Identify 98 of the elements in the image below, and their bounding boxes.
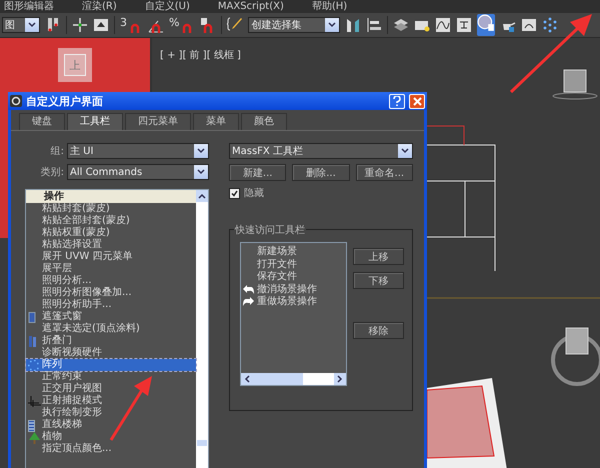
- menu-item[interactable]: 渲染(R): [82, 0, 117, 12]
- toolbar-action-button[interactable]: 新建...: [229, 164, 286, 181]
- axis-icon: [28, 396, 41, 407]
- action-item[interactable]: 照明分析助手...: [26, 299, 196, 311]
- door-icon: [28, 336, 38, 347]
- chevron-up-icon: [198, 193, 206, 199]
- schematic-icon[interactable]: [456, 17, 472, 33]
- action-item[interactable]: 展开 UVW 四元菜单: [26, 251, 196, 263]
- quick-access-item[interactable]: 打开文件: [241, 258, 346, 271]
- quick-access-item[interactable]: 保存文件: [241, 271, 346, 284]
- action-item[interactable]: 阵列: [26, 359, 196, 371]
- render-frame-icon[interactable]: [521, 17, 538, 33]
- quick-access-item[interactable]: 重做场景操作: [241, 296, 346, 308]
- action-item[interactable]: 诊断视频硬件: [26, 347, 196, 359]
- tab[interactable]: 四元菜单: [125, 113, 191, 130]
- app-icon: [10, 95, 22, 107]
- edit-selection-icon[interactable]: [227, 17, 244, 33]
- chevron-right-icon: [336, 375, 343, 383]
- action-item[interactable]: 粘贴选择设置: [26, 239, 196, 251]
- action-item[interactable]: 粘贴全部封套(蒙皮): [26, 215, 196, 227]
- action-item[interactable]: 遮罩未选定(顶点涂料): [26, 323, 196, 335]
- action-item[interactable]: 正交用户视图: [26, 383, 196, 395]
- action-item[interactable]: 植物: [26, 431, 196, 443]
- action-item[interactable]: 粘贴封套(蒙皮): [26, 203, 196, 215]
- selection-set-dropdown[interactable]: 创建选择集: [248, 17, 340, 33]
- tab[interactable]: 颜色: [241, 113, 287, 130]
- close-button[interactable]: [409, 94, 425, 108]
- action-item[interactable]: 照明分析图像叠加...: [26, 287, 196, 299]
- quick-access-item[interactable]: 撤消场景操作: [241, 284, 346, 296]
- tree-icon: [28, 432, 41, 444]
- group-title: 快速访问工具栏: [234, 223, 306, 237]
- chevron-down-icon: [328, 22, 336, 28]
- scrollbar-thumb[interactable]: [197, 440, 207, 446]
- dots-icon: [28, 360, 39, 371]
- action-item[interactable]: 照明分析...: [26, 275, 196, 287]
- annotation-arrow: [110, 376, 152, 441]
- chevron-down-icon: [401, 148, 409, 154]
- viewport-label[interactable]: [ + ][ 前 ][ 线框 ]: [160, 50, 241, 61]
- tab[interactable]: 工具栏: [67, 113, 123, 130]
- move-button[interactable]: 下移: [352, 272, 404, 289]
- action-item[interactable]: 遮篷式窗: [26, 311, 196, 323]
- group-dropdown[interactable]: 主 UI: [67, 143, 209, 159]
- tab[interactable]: 菜单: [193, 113, 239, 130]
- menu-item[interactable]: MAXScript(X): [218, 0, 284, 12]
- curve-editor-icon[interactable]: [435, 17, 452, 33]
- hide-checkbox[interactable]: [229, 188, 240, 198]
- dialog-title: 自定义用户界面: [26, 94, 103, 108]
- toolbar-dropdown[interactable]: MassFX 工具栏: [229, 143, 413, 159]
- view-cube[interactable]: [552, 70, 598, 100]
- chevron-down-icon: [28, 22, 36, 28]
- chevron-down-icon: [197, 148, 205, 154]
- category-dropdown[interactable]: All Commands: [67, 164, 209, 180]
- move-icon[interactable]: [72, 17, 88, 33]
- check-icon: [231, 190, 238, 196]
- layers-icon[interactable]: [393, 17, 410, 33]
- redo-arrow-icon: [243, 297, 254, 306]
- layout-dropdown[interactable]: 图: [2, 17, 40, 33]
- snap-label: 3: [120, 17, 127, 28]
- horizontal-scrollbar[interactable]: [241, 373, 346, 385]
- material-editor-icon[interactable]: [477, 14, 496, 32]
- view-cube[interactable]: [551, 328, 600, 386]
- undo-arrow-icon: [243, 284, 254, 294]
- scrollbar[interactable]: [196, 190, 208, 468]
- action-item[interactable]: 直线楼梯: [26, 419, 196, 431]
- action-item[interactable]: 展平层: [26, 263, 196, 275]
- remove-button[interactable]: 移除: [352, 322, 404, 339]
- help-button[interactable]: [389, 94, 405, 108]
- hide-label: 隐藏: [244, 186, 264, 200]
- close-icon: [412, 96, 422, 106]
- snap-label: %: [169, 17, 180, 28]
- menu-item[interactable]: 图形编辑器: [4, 0, 54, 12]
- column-header[interactable]: 操作: [26, 190, 196, 203]
- action-item[interactable]: 正常约束: [26, 371, 196, 383]
- stairs-icon: [28, 420, 35, 432]
- toolbar-action-button[interactable]: 重命名...: [356, 164, 413, 181]
- selection-region-icon[interactable]: [45, 17, 61, 33]
- tab[interactable]: 键盘: [19, 113, 65, 130]
- action-item[interactable]: 正射捕捉模式: [26, 395, 196, 407]
- mirror-icon[interactable]: [345, 17, 362, 33]
- menu-item[interactable]: 自定义(U): [144, 0, 190, 12]
- quick-access-item[interactable]: 新建场景: [241, 246, 346, 258]
- help-icon: [393, 96, 401, 106]
- array-dots-icon[interactable]: [542, 17, 558, 33]
- action-item[interactable]: 折叠门: [26, 335, 196, 347]
- action-item[interactable]: 指定顶点颜色...: [26, 443, 196, 455]
- category-label: 类别:: [40, 166, 64, 179]
- action-item[interactable]: 执行绘制变形: [26, 407, 196, 419]
- action-item[interactable]: 粘贴权重(蒙皮): [26, 227, 196, 239]
- menu-item[interactable]: 帮助(H): [312, 0, 348, 12]
- group-label: 组:: [50, 145, 64, 158]
- chevron-down-icon: [197, 169, 205, 175]
- scrollbar-thumb[interactable]: [253, 373, 303, 385]
- upload-box-icon[interactable]: [93, 17, 109, 33]
- window-icon: [28, 312, 36, 323]
- align-icon[interactable]: [366, 17, 382, 33]
- toolbar-action-button[interactable]: 删除...: [292, 164, 350, 181]
- move-button[interactable]: 上移: [352, 248, 404, 265]
- chevron-left-icon: [244, 375, 250, 383]
